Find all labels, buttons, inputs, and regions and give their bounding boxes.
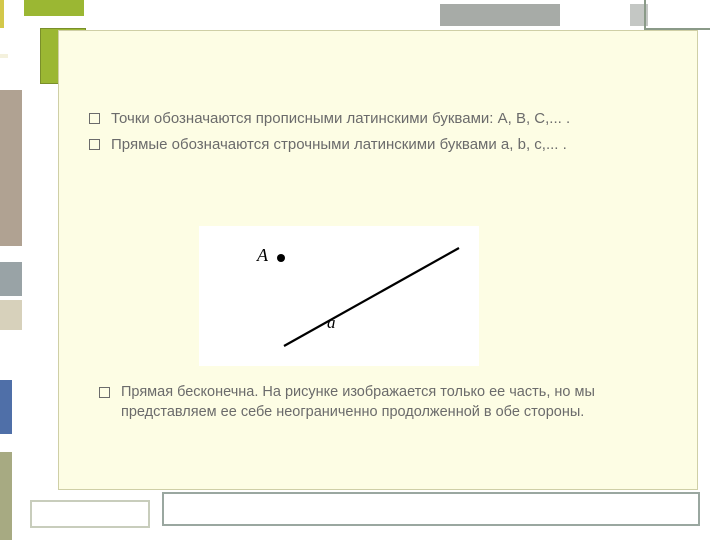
slide-body: Точки обозначаются прописными латинскими…	[58, 30, 698, 490]
decor-left-4	[0, 300, 22, 330]
note-text: Прямая бесконечна. На рисунке изображает…	[121, 384, 595, 420]
bullet-item-points: Точки обозначаются прописными латинскими…	[89, 109, 667, 129]
decor-top-yellow	[0, 0, 4, 28]
note-list: Прямая бесконечна. На рисунке изображает…	[99, 383, 637, 422]
decor-bottom-frame	[162, 492, 700, 526]
decor-bottom-left	[30, 500, 150, 528]
decor-left-6	[0, 452, 12, 540]
decor-top-gray-1	[440, 4, 560, 26]
line-segment	[284, 248, 459, 346]
bullet-text: Точки обозначаются прописными латинскими…	[111, 110, 570, 127]
decor-left-3	[0, 262, 22, 296]
bullet-text: Прямые обозначаются строчными латинскими…	[111, 136, 567, 153]
decor-left-1	[0, 54, 8, 58]
point-label: A	[256, 245, 269, 265]
decor-left-2	[0, 90, 22, 246]
bullet-item-lines: Прямые обозначаются строчными латинскими…	[89, 135, 667, 155]
point-marker	[277, 254, 285, 262]
decor-top-lime	[24, 0, 84, 16]
figure-svg: A a	[199, 226, 479, 366]
geometry-figure: A a	[199, 226, 479, 366]
decor-top-frame	[644, 0, 710, 30]
note-item: Прямая бесконечна. На рисунке изображает…	[99, 383, 637, 422]
decor-left-5	[0, 380, 12, 434]
bullet-list: Точки обозначаются прописными латинскими…	[59, 31, 697, 156]
line-label: a	[327, 313, 336, 332]
